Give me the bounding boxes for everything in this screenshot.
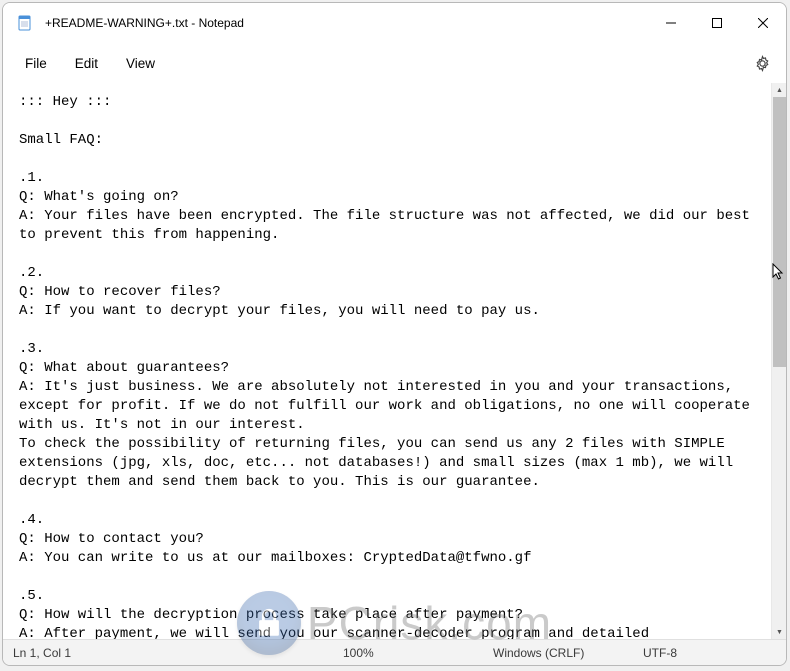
menu-file[interactable]: File [11,50,61,77]
window-title: +README-WARNING+.txt - Notepad [45,16,648,30]
text-editor[interactable]: ::: Hey ::: Small FAQ: .1. Q: What's goi… [3,83,771,639]
status-zoom: 100% [343,646,374,660]
content-area: ::: Hey ::: Small FAQ: .1. Q: What's goi… [3,83,786,639]
scrollbar-thumb[interactable] [773,97,786,367]
minimize-button[interactable] [648,3,694,43]
close-button[interactable] [740,3,786,43]
maximize-button[interactable] [694,3,740,43]
notepad-app-icon [17,15,33,31]
statusbar: Ln 1, Col 1 100% Windows (CRLF) UTF-8 [3,639,786,665]
scroll-down-arrow[interactable]: ▼ [772,625,786,639]
menubar: File Edit View [3,43,786,83]
notepad-window: +README-WARNING+.txt - Notepad File Edit… [2,2,787,666]
settings-button[interactable] [752,53,772,73]
scroll-up-arrow[interactable]: ▲ [772,83,786,97]
status-cursor-position: Ln 1, Col 1 [13,646,71,660]
status-encoding: UTF-8 [643,646,677,660]
window-controls [648,3,786,43]
menu-view[interactable]: View [112,50,169,77]
status-line-ending: Windows (CRLF) [493,646,584,660]
titlebar: +README-WARNING+.txt - Notepad [3,3,786,43]
vertical-scrollbar[interactable]: ▲ ▼ [771,83,786,639]
menu-edit[interactable]: Edit [61,50,112,77]
